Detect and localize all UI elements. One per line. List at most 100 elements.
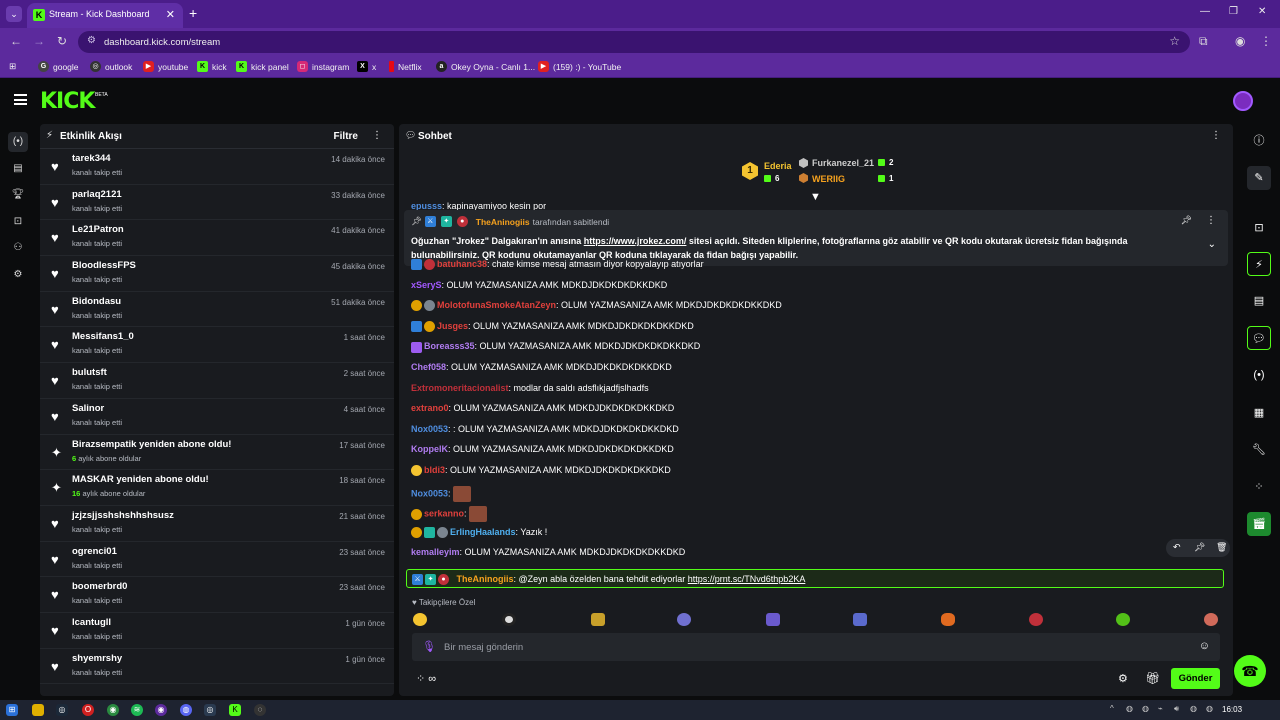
apps-icon[interactable]: ⊞: [9, 61, 16, 72]
chat-username[interactable]: extrano0: [411, 403, 449, 413]
activity-username[interactable]: MASKAR yeniden abone oldu!: [72, 474, 209, 485]
tray-app-icon[interactable]: ◍: [1142, 704, 1149, 713]
chat-settings-icon[interactable]: ⚙: [1118, 672, 1128, 685]
activity-item[interactable]: ♥︎ shyemrshy kanalı takip etti 1 gün önce: [40, 649, 394, 685]
activity-item[interactable]: ♥︎ jzjzsjjsshshshhshsusz kanalı takip etti…: [40, 506, 394, 542]
reload-icon[interactable]: ↻: [57, 34, 67, 48]
activity-item[interactable]: ✦ MASKAR yeniden abone oldu! 16 aylık abon…: [40, 470, 394, 506]
chat-username[interactable]: xSeryS: [411, 280, 442, 290]
activity-username[interactable]: parlaq2121: [72, 189, 122, 200]
activity-username[interactable]: ogrenci01: [72, 546, 117, 557]
unpin-icon[interactable]: 📌︎: [1181, 215, 1192, 226]
stream-broadcast-icon[interactable]: (•): [8, 132, 28, 152]
activity-username[interactable]: lcantugll: [72, 617, 111, 628]
activity-item[interactable]: ♥︎ Salinor kanalı takip etti 4 saat önce: [40, 399, 394, 435]
chat-username[interactable]: MolotofunaSmokeAtanZeyn: [437, 300, 556, 310]
chat-toggle-icon[interactable]: 💬︎: [1247, 326, 1271, 350]
tab-close-icon[interactable]: ✕: [166, 8, 175, 21]
activity-item[interactable]: ♥︎ Messifans1_0 kanalı takip etti 1 saat ön…: [40, 327, 394, 364]
chat-username[interactable]: kemalleyim: [411, 547, 460, 557]
emote-icon[interactable]: [766, 613, 780, 626]
activity-item[interactable]: ♥︎ lcantugll kanalı takip etti 1 gün önce: [40, 613, 394, 649]
activity-username[interactable]: Messifans1_0: [72, 331, 134, 342]
send-button[interactable]: Gönder: [1171, 668, 1220, 689]
bookmark-google[interactable]: Ggoogle: [38, 61, 79, 72]
profile-icon[interactable]: ◉: [1235, 34, 1245, 48]
emoji-picker-icon[interactable]: ☺: [1199, 640, 1210, 652]
reply-icon[interactable]: ↶: [1173, 542, 1181, 553]
pinned-more-icon[interactable]: ⋮: [1206, 215, 1216, 226]
message-link[interactable]: https://prnt.sc/TNvd6thpb2KA: [688, 574, 806, 584]
chat-username[interactable]: bldi3: [424, 465, 445, 475]
more-options-icon[interactable]: ⋮: [372, 130, 382, 141]
analytics-icon[interactable]: ▤: [8, 159, 28, 179]
layout-icon[interactable]: ▦: [1247, 401, 1271, 425]
emote-icon[interactable]: [941, 613, 955, 626]
tab-search-icon[interactable]: ⌄: [6, 6, 22, 22]
restore-icon[interactable]: ❐: [1229, 6, 1238, 17]
browser-menu-icon[interactable]: ⋮: [1260, 34, 1272, 48]
site-info-icon[interactable]: ⚙: [87, 35, 96, 46]
chat-options-icon[interactable]: ⋮: [1211, 130, 1221, 141]
expand-pinned-icon[interactable]: ⌄: [1208, 239, 1216, 250]
edit-icon[interactable]: ✎: [1247, 166, 1271, 190]
chat-username[interactable]: ErlingHaalands: [450, 527, 516, 537]
app-icon[interactable]: ◌: [254, 704, 266, 716]
chat-username[interactable]: Chef058: [411, 362, 446, 372]
bookmark-youtube-2[interactable]: ▶ (159) :) - YouTube: [538, 61, 621, 72]
leaderboard-third-name[interactable]: WERIIG: [812, 174, 845, 184]
user-avatar[interactable]: [1233, 91, 1253, 111]
emote-icon[interactable]: [677, 613, 691, 626]
activity-item[interactable]: ♥︎ boomerbrd0 kanalı takip etti 23 saat önc…: [40, 577, 394, 613]
chat-message-input[interactable]: [444, 638, 1184, 656]
kick-app-icon[interactable]: K: [229, 704, 241, 716]
activity-username[interactable]: Salinor: [72, 403, 104, 414]
tray-chevron-icon[interactable]: ^: [1110, 704, 1114, 713]
activity-username[interactable]: bulutsft: [72, 367, 107, 378]
broadcast-icon[interactable]: (•): [1247, 363, 1271, 387]
bookmark-netflix[interactable]: Netflix: [389, 61, 422, 72]
activity-item[interactable]: ♥︎ ogrenci01 kanalı takip etti 23 saat önce: [40, 542, 394, 578]
chrome-icon[interactable]: ◉: [107, 704, 119, 716]
pin-message-icon[interactable]: 📌︎: [1194, 542, 1205, 553]
chat-username[interactable]: KoppelK: [411, 444, 448, 454]
mic-icon[interactable]: 🎙︎: [422, 640, 436, 653]
pinned-link[interactable]: https://www.jrokez.com/: [584, 236, 687, 246]
kick-logo[interactable]: KICK: [40, 89, 95, 114]
bookmark-kick-panel[interactable]: Kkick panel: [236, 61, 289, 72]
steam-icon[interactable]: ◎: [56, 704, 68, 716]
chat-username[interactable]: TheAninogiis: [457, 574, 514, 584]
browser-tab-active[interactable]: K Stream - Kick Dashboard ✕: [27, 3, 183, 28]
chat-username[interactable]: Jusges: [437, 321, 468, 331]
activity-item[interactable]: ♥︎ bulutsft kanalı takip etti 2 saat önce: [40, 363, 394, 399]
highlighted-message[interactable]: ⚔ ✦ ● TheAninogiis: @Zeyn abla özelden ban…: [406, 569, 1224, 588]
activity-item[interactable]: ♥︎ Le21Patron kanalı takip etti 41 dakika ö…: [40, 220, 394, 257]
file-explorer-icon[interactable]: [32, 704, 44, 716]
chat-username[interactable]: Nox0053: [411, 488, 448, 498]
chat-username[interactable]: Extromoneritacionalist: [411, 383, 509, 393]
activity-username[interactable]: tarek344: [72, 153, 111, 164]
bookmark-instagram[interactable]: ◻ instagram: [297, 61, 349, 72]
new-tab-icon[interactable]: +: [189, 5, 197, 21]
emote-icon[interactable]: [413, 613, 427, 626]
activity-item[interactable]: ♥︎ parlaq2121 kanalı takip etti 33 dakika ö…: [40, 185, 394, 221]
activity-item[interactable]: ♥︎ tarek344 kanalı takip etti 14 dakika önc…: [40, 149, 394, 185]
activity-username[interactable]: jzjzsjjsshshshhshsusz: [72, 510, 174, 521]
forward-icon[interactable]: →: [33, 34, 45, 48]
discord-icon[interactable]: ◍: [180, 704, 192, 716]
filter-button[interactable]: Filtre: [334, 131, 358, 142]
chat-username[interactable]: Boreasss35: [424, 341, 475, 351]
pinned-username[interactable]: TheAninogiis: [476, 217, 530, 227]
chat-username[interactable]: batuhanc38: [437, 259, 487, 269]
activity-username[interactable]: Le21Patron: [72, 224, 124, 235]
back-icon[interactable]: ←: [10, 34, 22, 48]
bookmark-kick[interactable]: Kkick: [197, 61, 227, 72]
leaderboard-first-name[interactable]: Ederia: [764, 161, 792, 171]
info-icon[interactable]: ⓘ: [1247, 129, 1271, 153]
emote-icon[interactable]: [502, 613, 516, 626]
mod-view-icon[interactable]: ⊡: [1247, 216, 1271, 240]
chat-username[interactable]: serkanno: [424, 509, 464, 519]
activity-username[interactable]: BloodlessFPS: [72, 260, 136, 271]
moderation-icon[interactable]: ⊡: [8, 212, 28, 232]
window-close-icon[interactable]: ✕: [1258, 6, 1266, 17]
